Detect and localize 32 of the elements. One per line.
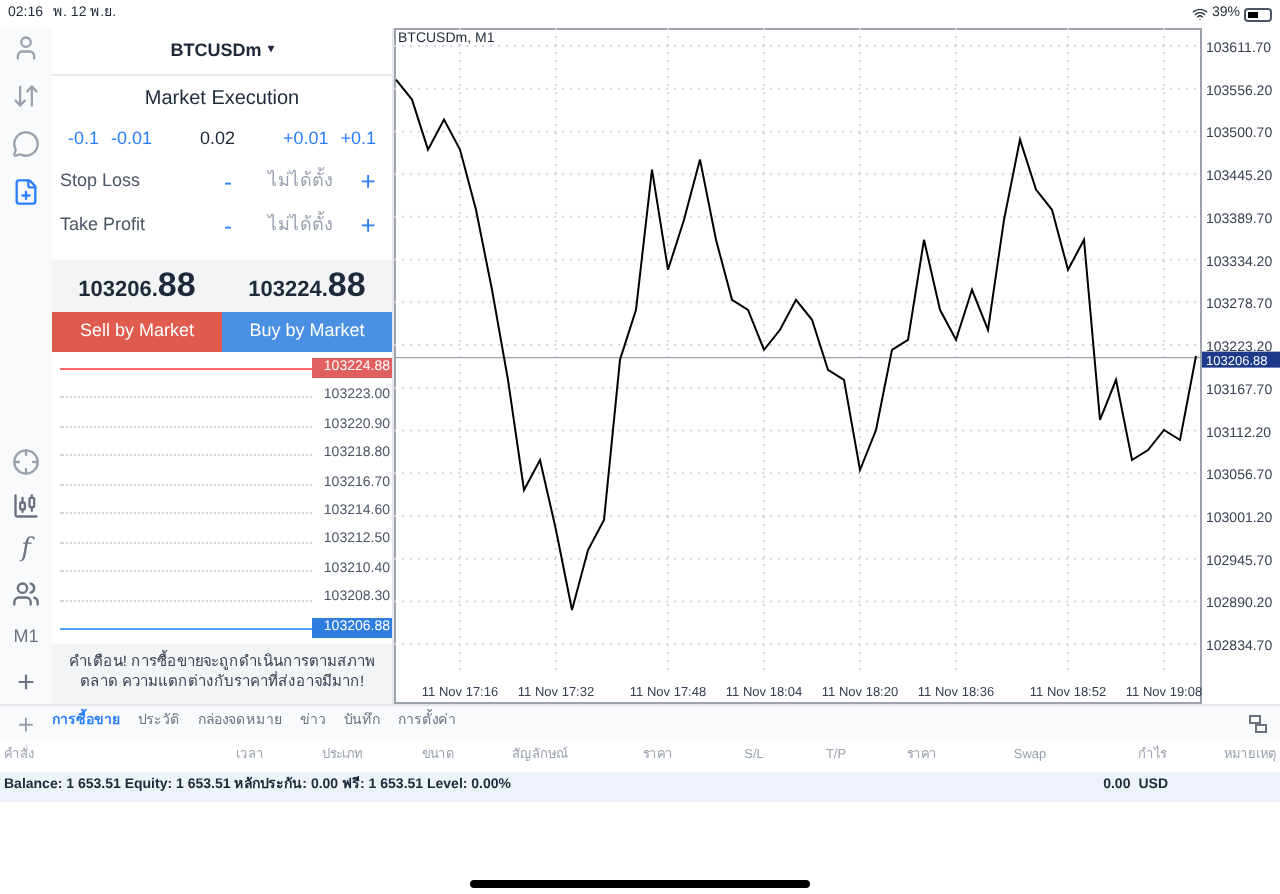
new-order-icon[interactable] bbox=[12, 178, 40, 206]
layout-icon[interactable] bbox=[1248, 713, 1268, 733]
volume-step-button[interactable]: -0.01 bbox=[110, 126, 152, 154]
decrease-button[interactable]: - bbox=[208, 164, 248, 200]
decrease-button[interactable]: - bbox=[208, 208, 248, 244]
candles-icon[interactable] bbox=[12, 492, 40, 520]
volume-value[interactable]: 0.02 bbox=[199, 126, 235, 154]
add-button[interactable]: + bbox=[17, 667, 35, 697]
indicator-icon[interactable]: f bbox=[21, 530, 31, 570]
wifi-icon bbox=[1191, 6, 1208, 22]
increase-button[interactable]: + bbox=[352, 162, 384, 202]
execution-mode: Market Execution bbox=[142, 85, 302, 113]
volume-step-button[interactable]: +0.01 bbox=[282, 126, 329, 154]
people-icon[interactable] bbox=[12, 580, 40, 608]
level-label: Take Profit bbox=[60, 212, 148, 239]
chat-icon[interactable] bbox=[12, 130, 40, 158]
arrows-icon[interactable] bbox=[12, 82, 40, 110]
battery-icon bbox=[1244, 7, 1272, 21]
add-tab-button[interactable]: + bbox=[0, 709, 52, 737]
user-icon[interactable] bbox=[12, 34, 40, 62]
level-field[interactable]: ไม่ได้ตั้ง bbox=[248, 212, 352, 240]
ask-price: 103224.88 bbox=[248, 264, 366, 309]
level-field[interactable]: ไม่ได้ตั้ง bbox=[248, 168, 352, 196]
sell-button[interactable]: Sell by Market bbox=[52, 312, 222, 352]
volume-step-button[interactable]: -0.1 bbox=[68, 126, 100, 154]
level-label: Stop Loss bbox=[60, 168, 143, 195]
volume-step-button[interactable]: +0.1 bbox=[340, 126, 376, 154]
timeframe-button[interactable]: M1 bbox=[13, 624, 39, 652]
increase-button[interactable]: + bbox=[352, 206, 384, 246]
buy-button[interactable]: Buy by Market bbox=[222, 312, 392, 352]
bid-price: 103206.88 bbox=[78, 264, 196, 309]
crosshair-icon[interactable] bbox=[12, 448, 40, 476]
